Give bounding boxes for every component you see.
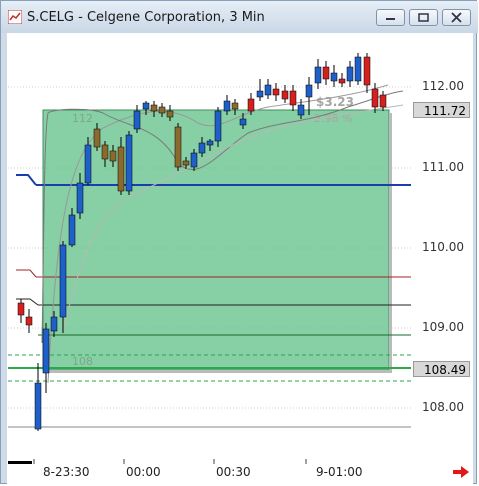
window-title: S.CELG - Celgene Corporation, 3 Min	[27, 10, 265, 25]
candle-body[interactable]	[214, 110, 222, 142]
candle-body[interactable]	[297, 104, 305, 116]
close-icon	[451, 12, 462, 23]
candle-body[interactable]	[190, 152, 198, 168]
candle-body[interactable]	[289, 90, 297, 106]
candle-body[interactable]	[68, 214, 76, 246]
candle-body[interactable]	[182, 160, 190, 166]
candle-body[interactable]	[314, 66, 322, 84]
candle-body[interactable]	[101, 144, 109, 160]
time-label-1: 00:00	[126, 465, 161, 479]
time-label-0: 8-23:30	[43, 465, 90, 479]
price-label-112: 112.00	[422, 79, 464, 93]
restore-icon	[418, 13, 429, 22]
candle-body[interactable]	[371, 88, 379, 108]
box-lower-label: 108	[72, 355, 93, 368]
candle-body[interactable]	[42, 328, 50, 374]
candle-body[interactable]	[305, 84, 313, 98]
right-arrow-icon[interactable]	[452, 464, 470, 480]
stop-line-lead	[16, 269, 37, 278]
title-bar[interactable]: S.CELG - Celgene Corporation, 3 Min	[1, 1, 478, 33]
price-label-111: 111.00	[422, 160, 464, 174]
candle-body[interactable]	[264, 84, 272, 96]
candle-body[interactable]	[25, 316, 33, 326]
candle-body[interactable]	[166, 110, 174, 118]
candle-body[interactable]	[346, 66, 354, 82]
price-chart[interactable]: 112 108 $3.23 2.98 %	[8, 33, 411, 464]
candle-body[interactable]	[198, 142, 206, 154]
candle-body[interactable]	[50, 316, 58, 332]
candle-body[interactable]	[322, 66, 330, 80]
restore-button[interactable]	[409, 9, 438, 26]
candle-body[interactable]	[239, 118, 247, 126]
candle-body[interactable]	[34, 382, 42, 430]
candle-body[interactable]	[256, 90, 264, 98]
candle-body[interactable]	[363, 56, 371, 86]
candle-body[interactable]	[133, 110, 141, 130]
scroll-indicator[interactable]	[8, 461, 32, 464]
candle-body[interactable]	[117, 146, 125, 192]
time-ticks	[33, 459, 307, 464]
current-price-marker: 111.72	[413, 102, 470, 118]
candle-body[interactable]	[223, 100, 231, 112]
candle-body[interactable]	[206, 140, 214, 146]
candle-body[interactable]	[109, 150, 117, 162]
candle-body[interactable]	[125, 134, 133, 192]
price-label-110: 110.00	[422, 240, 464, 254]
trade-box-shadow-bottom	[46, 370, 392, 373]
candle-body[interactable]	[76, 182, 84, 214]
minimize-icon	[386, 18, 395, 20]
close-button[interactable]	[442, 9, 471, 26]
price-label-108: 108.00	[422, 400, 464, 414]
candle-body[interactable]	[84, 144, 92, 184]
chart-app-icon	[8, 10, 22, 24]
candle-body[interactable]	[281, 90, 289, 100]
candle-body[interactable]	[379, 94, 387, 108]
entry-price-marker: 108.49	[413, 361, 470, 377]
candle-body[interactable]	[142, 102, 150, 110]
resistance-line-lead	[16, 174, 37, 186]
candle-body[interactable]	[174, 126, 182, 168]
candle-body[interactable]	[93, 128, 101, 148]
trade-box-shadow	[389, 113, 392, 373]
trade-box[interactable]	[42, 109, 390, 371]
candle-body[interactable]	[247, 98, 255, 112]
candle-body[interactable]	[354, 56, 362, 82]
candle-body[interactable]	[59, 244, 67, 318]
candle-body[interactable]	[338, 78, 346, 84]
candle-body[interactable]	[330, 72, 338, 82]
box-upper-label: 112	[72, 112, 93, 125]
price-label-109: 109.00	[422, 320, 464, 334]
time-label-3: 9-01:00	[316, 465, 363, 479]
candle-body[interactable]	[231, 102, 239, 110]
time-label-2: 00:30	[216, 465, 251, 479]
candle-body[interactable]	[150, 104, 158, 112]
candle-body[interactable]	[158, 106, 166, 114]
candle-body[interactable]	[17, 302, 25, 316]
candle-body[interactable]	[272, 88, 280, 96]
minimize-button[interactable]	[376, 9, 405, 26]
